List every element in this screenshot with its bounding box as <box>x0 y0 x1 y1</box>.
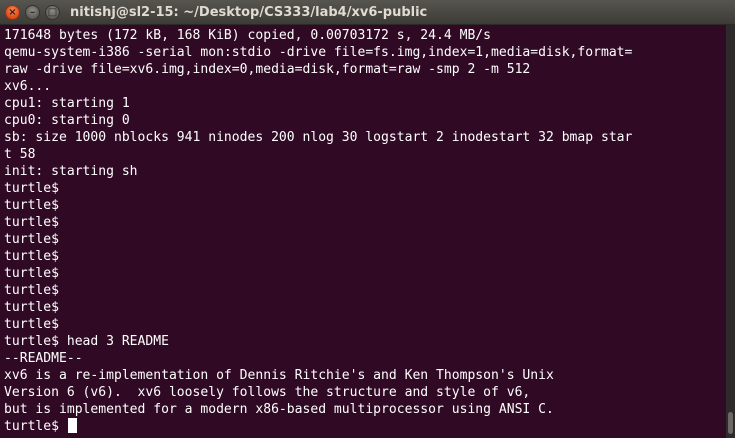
window-controls: × – □ <box>5 5 60 20</box>
terminal-line: turtle$ <box>4 300 59 315</box>
minimize-button[interactable]: – <box>25 5 40 20</box>
terminal-line: turtle$ <box>4 249 59 264</box>
terminal-line: turtle$ <box>4 198 59 213</box>
terminal-line: init: starting sh <box>4 164 138 179</box>
terminal-line: t 58 <box>4 147 36 162</box>
terminal-line: qemu-system-i386 -serial mon:stdio -driv… <box>4 45 633 60</box>
terminal-window: × – □ nitishj@sl2-15: ~/Desktop/CS333/la… <box>0 0 735 438</box>
maximize-button[interactable]: □ <box>45 5 60 20</box>
window-title: nitishj@sl2-15: ~/Desktop/CS333/lab4/xv6… <box>70 5 428 20</box>
terminal-line: turtle$ <box>4 232 59 247</box>
terminal-output[interactable]: 171648 bytes (172 kB, 168 KiB) copied, 0… <box>4 25 725 438</box>
close-icon: × <box>8 7 17 18</box>
minimize-icon: – <box>30 7 35 18</box>
maximize-icon: □ <box>47 7 58 18</box>
terminal-line: turtle$ <box>4 317 59 332</box>
terminal-line: 171648 bytes (172 kB, 168 KiB) copied, 0… <box>4 28 492 43</box>
text-cursor <box>67 418 77 433</box>
scrollbar-thumb[interactable] <box>728 412 733 434</box>
scrollbar[interactable] <box>726 25 735 438</box>
close-button[interactable]: × <box>5 5 20 20</box>
terminal-line: raw -drive file=xv6.img,index=0,media=di… <box>4 62 531 77</box>
terminal-line: turtle$ head 3 README <box>4 334 169 349</box>
terminal-line: cpu1: starting 1 <box>4 96 130 111</box>
terminal-line: sb: size 1000 nblocks 941 ninodes 200 nl… <box>4 130 633 145</box>
terminal-line: turtle$ <box>4 283 59 298</box>
terminal-line: xv6 is a re-implementation of Dennis Rit… <box>4 368 554 383</box>
prompt-text: turtle$ <box>4 419 67 434</box>
terminal-line: turtle$ <box>4 215 59 230</box>
terminal-line: but is implemented for a modern x86-base… <box>4 402 554 417</box>
terminal-line: xv6... <box>4 79 52 94</box>
terminal-line: --README-- <box>4 351 83 366</box>
title-bar[interactable]: × – □ nitishj@sl2-15: ~/Desktop/CS333/la… <box>0 0 735 25</box>
terminal-line: turtle$ <box>4 266 59 281</box>
terminal-line: turtle$ <box>4 181 59 196</box>
terminal-line: cpu0: starting 0 <box>4 113 130 128</box>
current-prompt-line[interactable]: turtle$ <box>4 418 725 435</box>
terminal-line: Version 6 (v6). xv6 loosely follows the … <box>4 385 531 400</box>
